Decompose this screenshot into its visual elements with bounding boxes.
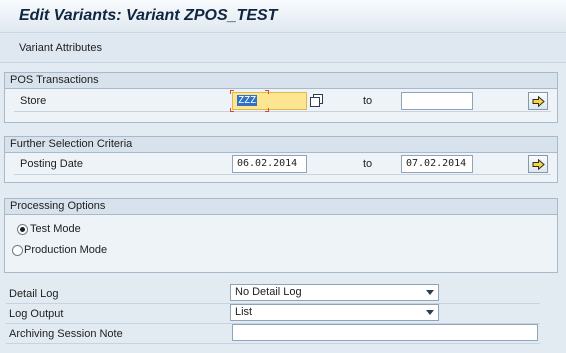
store-label: Store	[20, 95, 47, 107]
further-selection-header: Further Selection Criteria	[5, 137, 557, 153]
title-bar: Edit Variants: Variant ZPOS_TEST	[0, 0, 566, 33]
log-output-dropdown[interactable]: List	[230, 304, 439, 321]
copy-values-icon[interactable]	[310, 94, 323, 107]
row-divider	[14, 174, 551, 175]
store-to-input[interactable]	[401, 92, 473, 110]
posting-date-from-input[interactable]: 06.02.2014	[232, 155, 307, 173]
detail-log-dropdown[interactable]: No Detail Log	[230, 284, 439, 301]
detail-log-value: No Detail Log	[235, 286, 302, 298]
application-toolbar: Variant Attributes	[0, 34, 566, 63]
archiving-note-input[interactable]	[232, 324, 538, 341]
detail-log-label: Detail Log	[9, 288, 59, 300]
test-mode-radio[interactable]	[17, 224, 28, 235]
required-marker-br	[265, 108, 269, 112]
log-output-label: Log Output	[9, 308, 64, 320]
row-divider	[6, 343, 540, 344]
chevron-down-icon[interactable]	[426, 310, 434, 315]
pos-transactions-header: POS Transactions	[5, 73, 557, 89]
multiple-selection-arrow-icon	[532, 96, 545, 107]
variant-attributes-button[interactable]: Variant Attributes	[19, 42, 102, 54]
detail-log-row: Detail Log No Detail Log	[0, 284, 566, 304]
log-output-row: Log Output List	[0, 304, 566, 324]
test-mode-label[interactable]: Test Mode	[30, 223, 81, 235]
further-selection-group: Further Selection Criteria Posting Date …	[4, 136, 558, 183]
processing-options-header: Processing Options	[5, 199, 557, 215]
posting-date-multiple-selection-button[interactable]	[528, 155, 548, 173]
posting-date-to-input[interactable]: 07.02.2014	[401, 155, 473, 173]
required-marker-tr	[265, 90, 269, 94]
archiving-note-row: Archiving Session Note	[0, 324, 566, 344]
row-divider	[14, 111, 551, 112]
required-marker-bl	[230, 108, 234, 112]
store-to-label: to	[363, 95, 373, 107]
posting-date-row: Posting Date 06.02.2014 to 07.02.2014	[5, 153, 557, 175]
store-from-input[interactable]: ZZZ	[232, 92, 307, 110]
window-title: Edit Variants: Variant ZPOS_TEST	[19, 7, 278, 24]
store-row: Store ZZZ to	[5, 90, 557, 112]
archiving-note-label: Archiving Session Note	[9, 328, 123, 340]
pos-transactions-group: POS Transactions Store ZZZ to	[4, 72, 558, 123]
posting-date-label: Posting Date	[20, 158, 83, 170]
posting-date-to-label: to	[363, 158, 373, 170]
chevron-down-icon[interactable]	[426, 290, 434, 295]
multiple-selection-arrow-icon	[532, 159, 545, 170]
production-mode-label[interactable]: Production Mode	[24, 244, 107, 256]
processing-options-group: Processing Options Test Mode Production …	[4, 198, 558, 273]
production-mode-radio[interactable]	[12, 245, 23, 256]
required-marker-tl	[230, 90, 234, 94]
store-from-value: ZZZ	[237, 95, 258, 106]
log-output-value: List	[235, 306, 253, 318]
store-multiple-selection-button[interactable]	[528, 92, 548, 110]
